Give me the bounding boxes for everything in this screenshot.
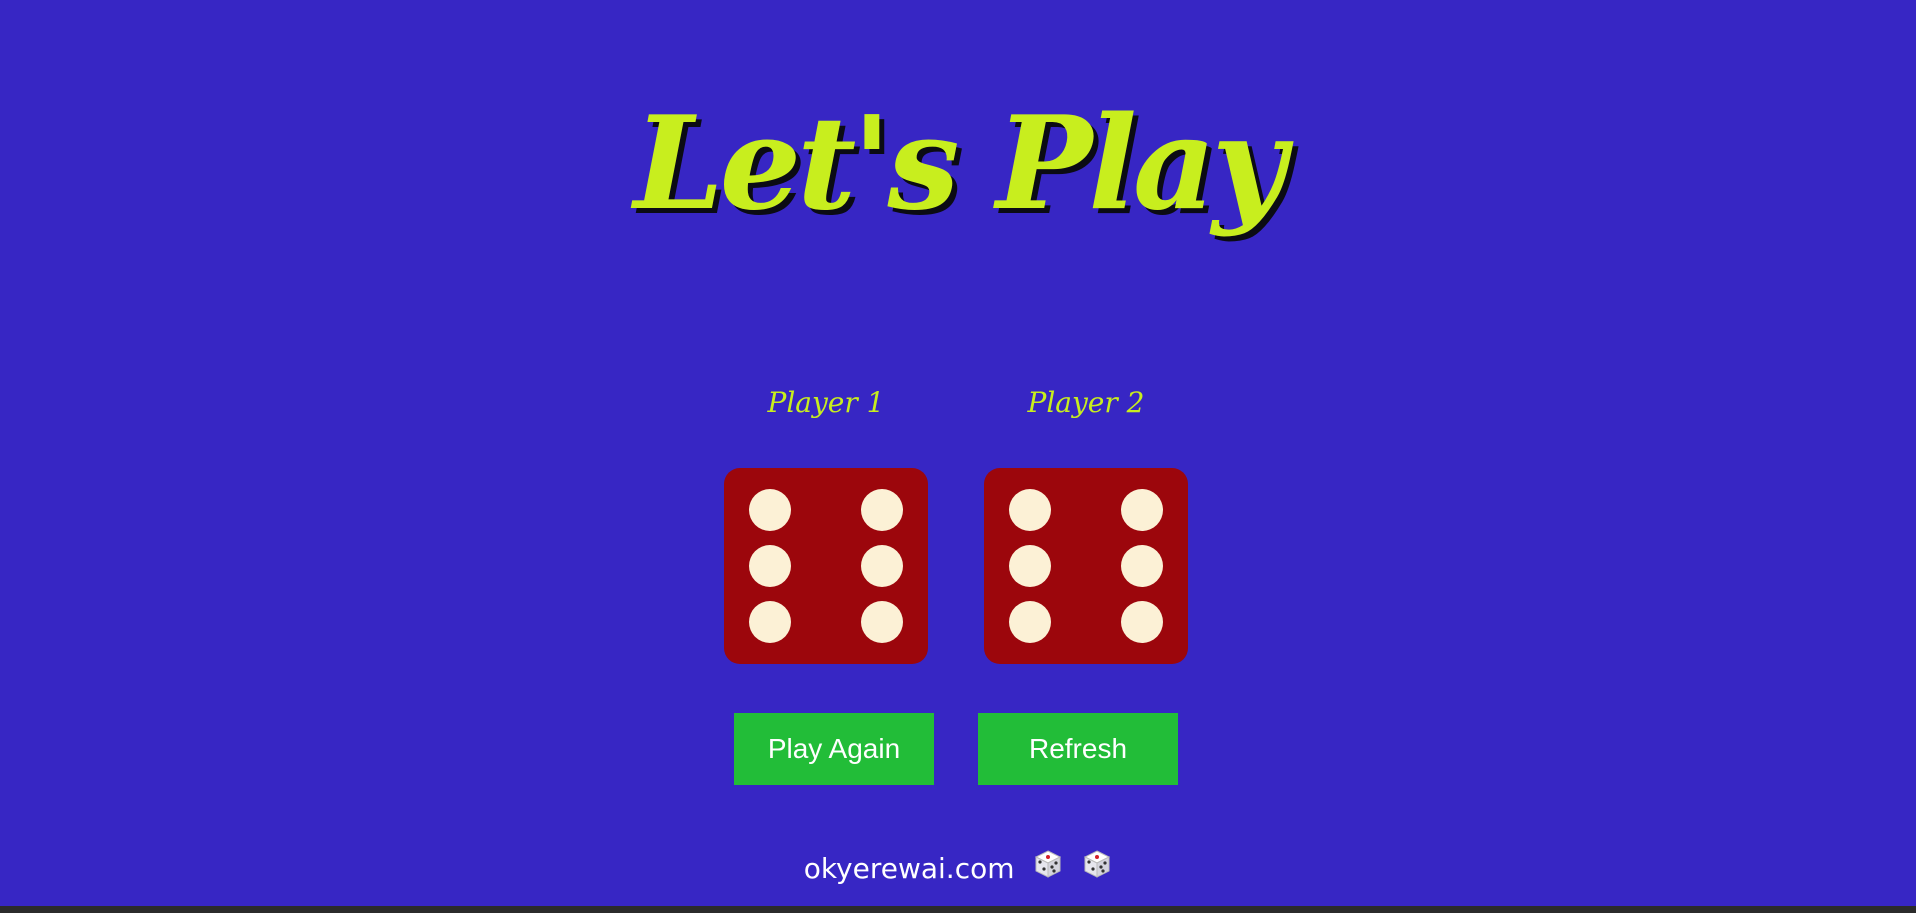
page-title: Let's Play (633, 89, 1287, 239)
refresh-button[interactable]: Refresh (978, 713, 1178, 785)
game-die-icon (1082, 847, 1112, 893)
footer: okyerewai.com (0, 846, 1916, 892)
die-pip (1009, 489, 1051, 531)
die-pip (1009, 545, 1051, 587)
player-1-label: Player 1 (767, 386, 885, 419)
player-2-label: Player 2 (1027, 386, 1145, 419)
window-bottom-bar (0, 906, 1916, 913)
game-die-icon (1033, 847, 1063, 893)
die-pip (749, 545, 791, 587)
player-2-die (984, 468, 1188, 664)
die-pip (861, 545, 903, 587)
die-pip (861, 601, 903, 643)
die-pip (1121, 545, 1163, 587)
die-pip (1121, 601, 1163, 643)
die-pip (1009, 601, 1051, 643)
footer-link[interactable]: okyerewai.com (804, 852, 1015, 885)
player-1-die (724, 468, 928, 664)
die-pip (1121, 489, 1163, 531)
die-pip (749, 601, 791, 643)
die-pip (861, 489, 903, 531)
play-again-button[interactable]: Play Again (734, 713, 934, 785)
die-pip (749, 489, 791, 531)
